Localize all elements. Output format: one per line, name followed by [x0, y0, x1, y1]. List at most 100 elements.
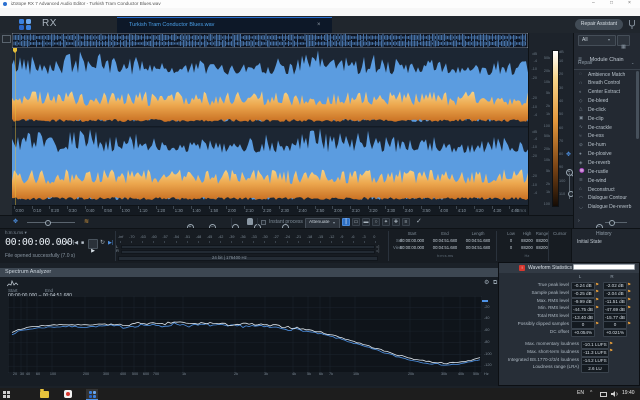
cursor-header: Cursor	[553, 231, 567, 236]
waveform-overview[interactable]	[12, 33, 528, 48]
module-item-de-ess[interactable]: ≈ De-ess	[574, 133, 636, 142]
waveform-statistics-header[interactable]: ! Waveform Statistics	[499, 263, 639, 273]
wave-spect-balance-slider[interactable]	[27, 222, 75, 223]
display-icon[interactable]	[600, 391, 607, 397]
confirm-check-icon[interactable]: ✓	[416, 218, 422, 225]
copy-icon[interactable]: ⧉	[493, 280, 497, 286]
loudness-value: -11.3 LUFS	[581, 348, 609, 358]
ruler-label: 3:20	[369, 207, 378, 213]
de-click-icon: △	[579, 106, 583, 112]
time-freq-selection-tool[interactable]: ▭	[352, 218, 360, 226]
waveform-display[interactable]	[12, 48, 528, 205]
stop-icon[interactable]: ■	[81, 241, 84, 246]
record-icon[interactable]: ●	[66, 241, 69, 246]
ruler-label: 0:10	[33, 207, 42, 213]
time-selection-tool[interactable]: ⎮	[342, 218, 350, 226]
minimize-button[interactable]: –	[592, 1, 595, 6]
loudness-value: 2.6 LU	[581, 364, 609, 373]
module-item-de-hum[interactable]: ⊘ De-hum	[574, 142, 636, 151]
module-item-center-extract[interactable]: ◐ Center Extract	[574, 89, 636, 98]
spectrum-x-tick: 40k	[457, 372, 465, 376]
module-item-de-plosive[interactable]: ● De-plosive	[574, 151, 636, 160]
module-zoom-knob[interactable]	[609, 220, 615, 226]
document-tab[interactable]: Turkish Tram Conductor Blues.wav ×	[117, 17, 332, 33]
module-item-ambience-match[interactable]: ◌ Ambience Match	[574, 71, 636, 80]
spectrum-y-tick: -40	[484, 316, 490, 321]
de-wind-icon: ≋	[579, 177, 583, 183]
go-to-start-icon[interactable]: |◀	[73, 241, 78, 246]
monitor-icon[interactable]: ∩	[58, 241, 62, 247]
de-bleed-icon: ◇	[579, 97, 583, 103]
selection-feather-tool[interactable]: ≡	[402, 218, 410, 226]
app-red-icon[interactable]	[64, 390, 72, 398]
grab-hand-icon[interactable]	[247, 218, 253, 225]
time-display[interactable]: 00:00:00.000	[5, 238, 73, 248]
brush-selection-tool[interactable]: ✚	[392, 218, 400, 226]
maximize-button[interactable]: □	[610, 1, 613, 6]
tray-expand-icon[interactable]: ^	[590, 391, 592, 396]
freq-col-header: Range	[535, 231, 549, 236]
module-item-dialogue-de-reverb[interactable]: ◡ Dialogue De-reverb	[574, 204, 636, 213]
ruler-label: 1:30	[174, 207, 183, 213]
gear-icon[interactable]: ⚙	[484, 280, 489, 286]
module-view-button[interactable]: ▦	[617, 35, 630, 50]
meter-tick-label: -48	[195, 235, 202, 239]
lasso-selection-tool[interactable]: ○	[372, 218, 380, 226]
ruler-label: 3:00	[333, 207, 343, 213]
explorer-icon[interactable]	[40, 389, 49, 398]
time-scrollbar[interactable]	[118, 255, 378, 261]
play-button[interactable]: ▶	[88, 239, 98, 254]
meter-mute-icon[interactable]: ◁	[376, 249, 379, 253]
taskbar-language[interactable]: EN	[577, 391, 584, 396]
stats-row-label: Max. RMS level	[536, 297, 569, 303]
module-filter-dropdown[interactable]: All ▾	[578, 35, 616, 46]
pan-tool-icon[interactable]: ✥	[13, 219, 18, 225]
expand-arrow-icon[interactable]: ›	[578, 219, 580, 224]
module-item-de-reverb[interactable]: ◈ De-reverb	[574, 160, 636, 169]
module-item-de-click[interactable]: △ De-click	[574, 106, 636, 115]
module-item-de-rustle[interactable]: ♒ De-rustle	[574, 168, 636, 177]
rx-taskbar-icon[interactable]	[86, 389, 98, 400]
module-item-de-crackle[interactable]: ∿ De-crackle	[574, 124, 636, 133]
repair-assistant-button[interactable]: Repair Assistant	[575, 19, 623, 30]
module-item-de-wind[interactable]: ≋ De-wind	[574, 177, 636, 186]
meter-tick	[286, 241, 288, 243]
spectrum-plot[interactable]	[8, 296, 482, 373]
start-button[interactable]	[3, 390, 10, 398]
freq-selection-tool[interactable]: ▬	[362, 218, 370, 226]
module-item-breath-control[interactable]: ∩ Breath Control	[574, 80, 636, 89]
loop-icon[interactable]: ↻	[100, 240, 105, 246]
stats-preset-input[interactable]	[573, 264, 635, 270]
module-item-de-clip[interactable]: ▣ De-clip	[574, 115, 636, 124]
module-item-label: Dialogue De-reverb	[588, 204, 632, 211]
close-button[interactable]: ×	[628, 1, 631, 6]
tab-close-icon[interactable]: ×	[317, 22, 321, 28]
meter-tick-label: -51	[184, 235, 191, 239]
spectrum-mode-icon[interactable]	[7, 280, 19, 287]
ruler-label: 2:10	[245, 207, 254, 213]
dialogue-contour-icon: ◠	[579, 194, 584, 200]
time-format-label[interactable]: h:m:s.ms ▾	[5, 230, 27, 236]
module-scrollbar[interactable]	[636, 71, 639, 139]
module-item-dialogue-contour[interactable]: ◠ Dialogue Contour	[574, 195, 636, 204]
speaker-icon[interactable]	[611, 391, 619, 397]
meter-tick	[264, 241, 266, 243]
dock-icon[interactable]	[2, 35, 11, 43]
module-panel: All ▾ ▦ ≣ Module Chain Repair ⌄ ◌ Ambienc…	[573, 33, 640, 231]
history-item[interactable]: Initial State	[577, 240, 602, 245]
spectrogram-settings-icon[interactable]: ≋	[84, 219, 89, 225]
de-rustle-icon: ♒	[579, 168, 585, 174]
module-section-header[interactable]: Repair ⌄	[574, 60, 640, 70]
tuning-fork-icon[interactable]	[628, 19, 636, 30]
module-item-de-bleed[interactable]: ◇ De-bleed	[574, 98, 636, 107]
flag-icon: ⚑	[627, 320, 632, 326]
taskbar-clock[interactable]: 19:40	[622, 391, 635, 396]
meter-tick	[197, 241, 199, 243]
move-tool-icon[interactable]: ✥	[566, 152, 571, 158]
magic-wand-tool[interactable]: ✦	[382, 218, 390, 226]
rx-logo-text: RX	[42, 18, 57, 29]
wave-spect-balance-knob[interactable]	[45, 220, 51, 226]
module-item-deconstruct[interactable]: ⌂ Deconstruct	[574, 186, 636, 195]
instant-process-checkbox[interactable]	[261, 220, 266, 225]
play-selection-icon[interactable]: ▶|	[108, 241, 113, 246]
